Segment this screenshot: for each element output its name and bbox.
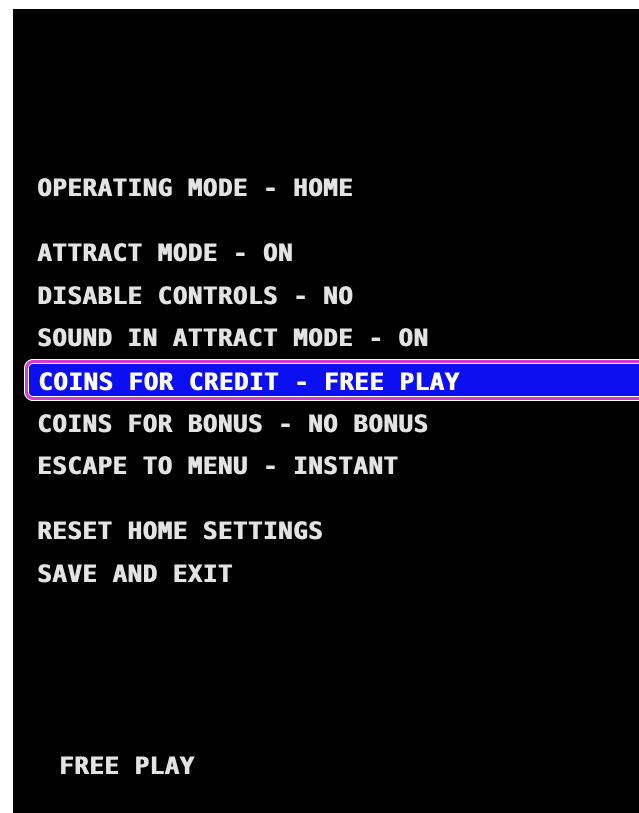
menu-item-coins-for-bonus[interactable]: COINS FOR BONUS - NO BONUS [37,409,428,439]
menu-item-attract-mode[interactable]: ATTRACT MODE - ON [37,238,293,268]
menu-item-save-and-exit[interactable]: SAVE AND EXIT [37,559,233,589]
menu-item-disable-controls[interactable]: DISABLE CONTROLS - NO [37,281,353,311]
menu-item-escape-to-menu[interactable]: ESCAPE TO MENU - INSTANT [37,451,398,481]
menu-item-reset-home-settings[interactable]: RESET HOME SETTINGS [37,516,323,546]
menu-item-operating-mode[interactable]: OPERATING MODE - HOME [37,173,353,203]
free-play-status: FREE PLAY [59,752,195,780]
menu-item-sound-in-attract-mode[interactable]: SOUND IN ATTRACT MODE - ON [37,323,428,353]
menu-item-coins-for-credit[interactable]: COINS FOR CREDIT - FREE PLAY [25,360,639,400]
game-settings-screen: OPERATING MODE - HOME ATTRACT MODE - ON … [13,9,639,813]
